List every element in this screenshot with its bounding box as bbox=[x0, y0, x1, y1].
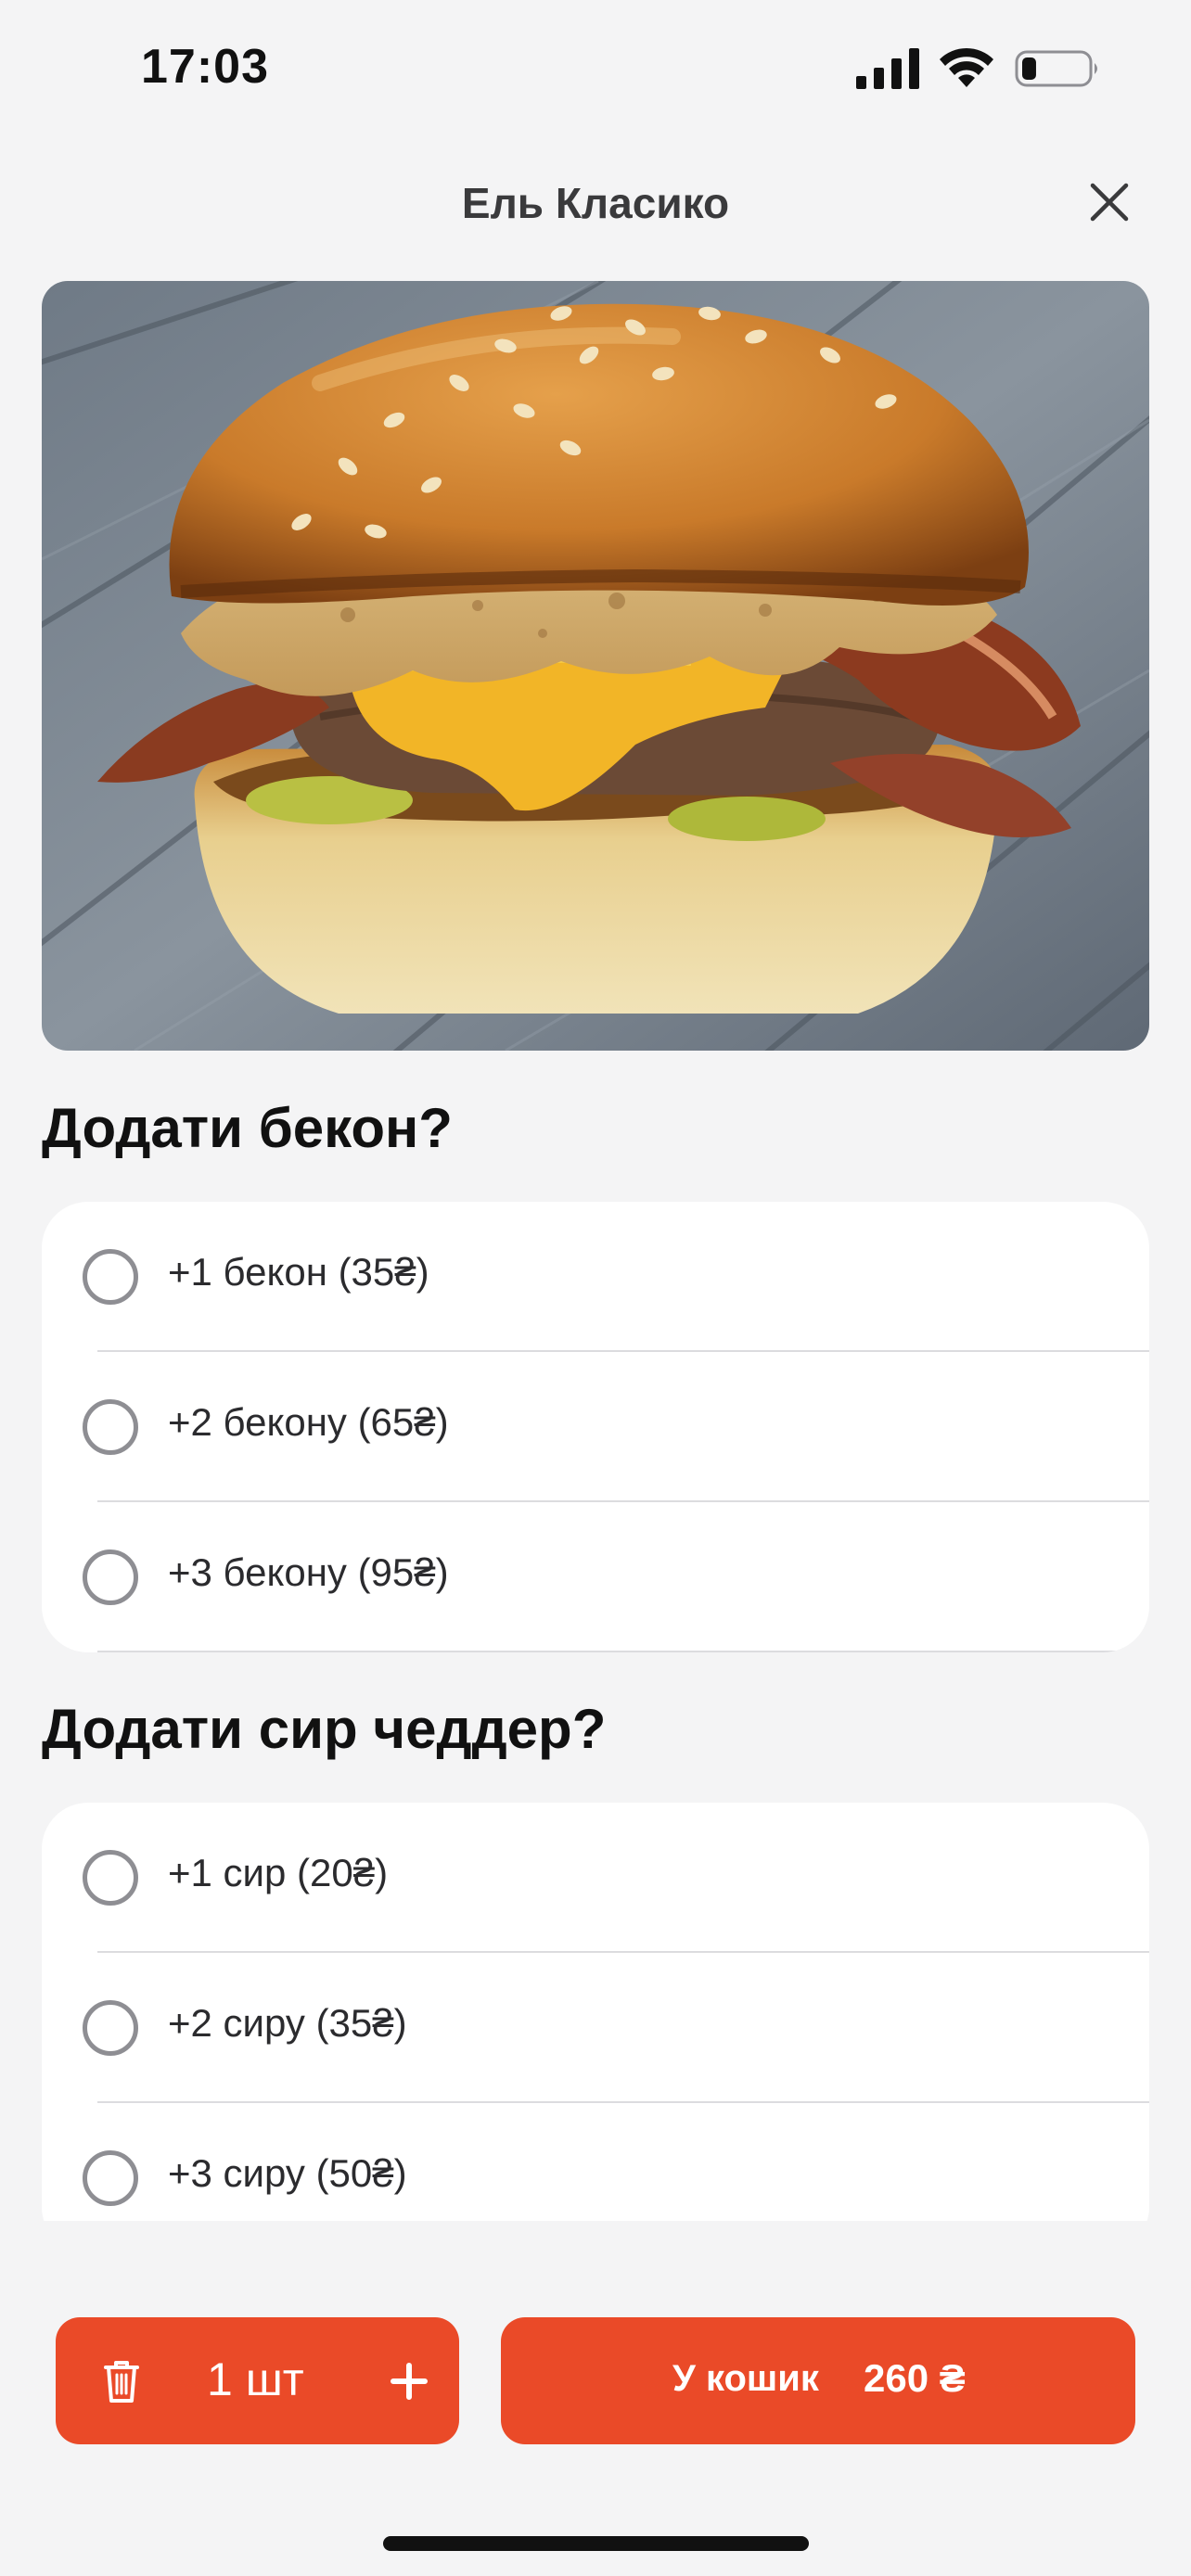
section-title-bacon: Додати бекон? bbox=[42, 1097, 453, 1159]
burger-photo-icon bbox=[42, 281, 1149, 1051]
status-time: 17:03 bbox=[141, 40, 269, 94]
options-card-cheddar: +1 сир (20₴) +2 сиру (35₴) +3 сиру (50₴) bbox=[42, 1803, 1149, 2253]
option-bacon-1[interactable]: +1 бекон (35₴) bbox=[42, 1202, 1149, 1352]
divider bbox=[97, 1651, 1149, 1652]
trash-icon[interactable] bbox=[93, 2353, 150, 2410]
home-indicator[interactable] bbox=[383, 2536, 809, 2551]
product-image bbox=[42, 281, 1149, 1051]
option-label: +2 сиру (35₴) bbox=[168, 2001, 407, 2045]
add-to-cart-button[interactable]: У кошик 260 ₴ bbox=[501, 2317, 1135, 2444]
status-bar: 17:03 bbox=[0, 0, 1191, 139]
option-cheese-2[interactable]: +2 сиру (35₴) bbox=[42, 1953, 1149, 2103]
quantity-value: 1 шт bbox=[207, 2353, 304, 2405]
wifi-icon bbox=[940, 47, 993, 87]
cart-button-label: У кошик bbox=[672, 2358, 819, 2399]
options-card-bacon: +1 бекон (35₴) +2 бекону (65₴) +3 бекону… bbox=[42, 1202, 1149, 1652]
header: Ель Класико bbox=[0, 167, 1191, 241]
battery-icon bbox=[1015, 50, 1097, 87]
radio-button[interactable] bbox=[83, 2150, 138, 2206]
radio-button[interactable] bbox=[83, 1850, 138, 1906]
cart-price: 260 ₴ bbox=[864, 2356, 966, 2400]
quantity-stepper: 1 шт bbox=[56, 2317, 459, 2444]
option-label: +1 сир (20₴) bbox=[168, 1851, 389, 1894]
radio-button[interactable] bbox=[83, 1399, 138, 1455]
option-label: +3 сиру (50₴) bbox=[168, 2151, 407, 2195]
option-label: +1 бекон (35₴) bbox=[168, 1250, 429, 1294]
radio-button[interactable] bbox=[83, 1549, 138, 1605]
product-options-screen: 17:03 Ель Класико Додати бекон? +1 бекон… bbox=[0, 0, 1191, 2576]
page-title: Ель Класико bbox=[461, 179, 730, 227]
close-icon[interactable] bbox=[1082, 174, 1137, 230]
option-bacon-3[interactable]: +3 бекону (95₴) bbox=[42, 1502, 1149, 1652]
radio-button[interactable] bbox=[83, 2000, 138, 2056]
option-label: +3 бекону (95₴) bbox=[168, 1550, 449, 1594]
plus-icon[interactable] bbox=[380, 2353, 438, 2410]
cellular-signal-icon bbox=[856, 48, 919, 89]
option-cheese-1[interactable]: +1 сир (20₴) bbox=[42, 1803, 1149, 1953]
radio-button[interactable] bbox=[83, 1249, 138, 1305]
option-bacon-2[interactable]: +2 бекону (65₴) bbox=[42, 1352, 1149, 1502]
section-title-cheddar: Додати сир чеддер? bbox=[42, 1698, 607, 1760]
option-label: +2 бекону (65₴) bbox=[168, 1400, 449, 1444]
